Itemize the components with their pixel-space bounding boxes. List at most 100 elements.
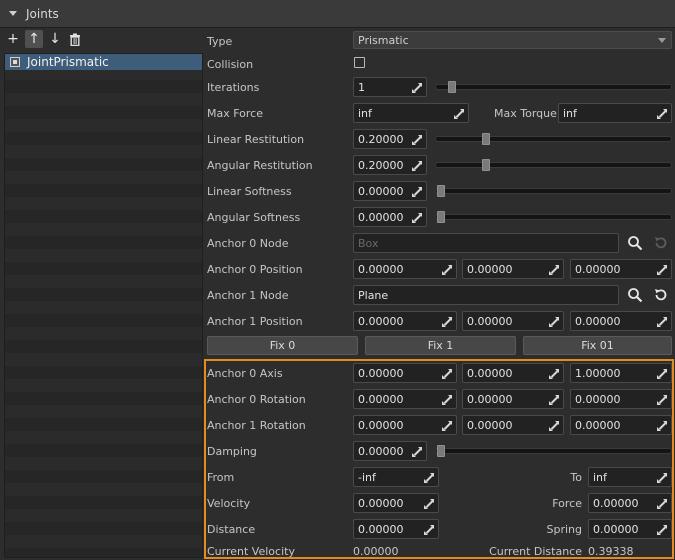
drag-resize-icon[interactable] (657, 395, 667, 405)
force-field[interactable]: 0.00000 (588, 493, 672, 513)
max-torque-field[interactable]: inf (558, 103, 672, 123)
drag-resize-icon[interactable] (442, 369, 452, 379)
slider-knob[interactable] (482, 133, 490, 145)
list-item[interactable]: JointPrismatic (5, 54, 202, 70)
collapse-arrow-icon[interactable] (9, 11, 17, 16)
drag-resize-icon[interactable] (442, 265, 452, 275)
from-field[interactable]: -inf (353, 467, 439, 487)
drag-resize-icon[interactable] (657, 109, 667, 119)
anchor0-rotation-z-field[interactable]: 0.00000 (570, 389, 672, 409)
drag-resize-icon[interactable] (412, 135, 422, 145)
add-joint-icon[interactable]: + (4, 30, 22, 48)
anchor0-axis-y-field[interactable]: 0.00000 (462, 363, 564, 383)
drag-resize-icon[interactable] (412, 161, 422, 171)
drag-resize-icon[interactable] (657, 369, 667, 379)
to-field[interactable]: inf (588, 467, 672, 487)
slider-knob[interactable] (437, 211, 445, 223)
linear-restitution-slider[interactable] (435, 133, 672, 145)
distance-field[interactable]: 0.00000 (353, 519, 439, 539)
drag-resize-icon[interactable] (549, 265, 559, 275)
anchor1-position-x-value: 0.00000 (358, 315, 404, 328)
damping-field[interactable]: 0.00000 (353, 441, 427, 461)
velocity-field[interactable]: 0.00000 (353, 493, 439, 513)
drag-resize-icon[interactable] (657, 265, 667, 275)
reset-icon[interactable] (653, 287, 669, 303)
iterations-field[interactable]: 1 (353, 77, 427, 97)
anchor0-rotation-y-field[interactable]: 0.00000 (462, 389, 564, 409)
spring-value: 0.00000 (593, 523, 639, 536)
collision-checkbox[interactable] (354, 57, 365, 68)
drag-resize-icon[interactable] (549, 395, 559, 405)
spring-field[interactable]: 0.00000 (588, 519, 672, 539)
current-distance-label: Current Distance (489, 545, 582, 558)
drag-resize-icon[interactable] (442, 395, 452, 405)
anchor1-rotation-x-field[interactable]: 0.00000 (353, 415, 457, 435)
drag-resize-icon[interactable] (454, 109, 464, 119)
fix1-button[interactable]: Fix 1 (365, 336, 516, 355)
anchor1-node-field[interactable]: Plane (353, 285, 619, 305)
anchor0-position-x-field[interactable]: 0.00000 (353, 259, 457, 279)
angular-softness-slider[interactable] (435, 211, 672, 223)
anchor1-position-x-field[interactable]: 0.00000 (353, 311, 457, 331)
search-icon[interactable] (627, 287, 643, 303)
anchor0-node-field[interactable]: Box (353, 233, 619, 253)
angular-restitution-label: Angular Restitution (207, 159, 313, 172)
drag-resize-icon[interactable] (657, 473, 667, 483)
joint-list[interactable]: JointPrismatic (4, 53, 203, 558)
type-select[interactable]: Prismatic (353, 31, 672, 49)
drag-resize-icon[interactable] (424, 473, 434, 483)
damping-slider[interactable] (435, 445, 672, 457)
drag-resize-icon[interactable] (412, 83, 422, 93)
anchor0-position-y-field[interactable]: 0.00000 (462, 259, 564, 279)
move-up-icon[interactable]: ↑ (25, 30, 43, 48)
anchor1-position-y-field[interactable]: 0.00000 (462, 311, 564, 331)
delete-icon[interactable] (66, 30, 84, 48)
anchor1-rotation-z-field[interactable]: 0.00000 (570, 415, 672, 435)
damping-value: 0.00000 (358, 445, 404, 458)
drag-resize-icon[interactable] (424, 525, 434, 535)
anchor0-axis-x-field[interactable]: 0.00000 (353, 363, 457, 383)
max-force-field[interactable]: inf (353, 103, 469, 123)
slider-knob[interactable] (437, 445, 445, 457)
anchor0-position-z-field[interactable]: 0.00000 (570, 259, 672, 279)
joint-enabled-checkbox[interactable] (10, 57, 20, 67)
drag-resize-icon[interactable] (412, 213, 422, 223)
drag-resize-icon[interactable] (549, 369, 559, 379)
drag-resize-icon[interactable] (657, 499, 667, 509)
anchor1-position-z-field[interactable]: 0.00000 (570, 311, 672, 331)
to-value: inf (593, 471, 607, 484)
drag-resize-icon[interactable] (657, 421, 667, 431)
anchor1-position-y-value: 0.00000 (467, 315, 513, 328)
drag-resize-icon[interactable] (424, 499, 434, 509)
drag-resize-icon[interactable] (657, 317, 667, 327)
joints-panel-header[interactable]: Joints (0, 0, 675, 28)
angular-restitution-field[interactable]: 0.20000 (353, 155, 427, 175)
fix01-button[interactable]: Fix 01 (523, 336, 672, 355)
drag-resize-icon[interactable] (442, 317, 452, 327)
slider-knob[interactable] (437, 185, 445, 197)
linear-restitution-field[interactable]: 0.20000 (353, 129, 427, 149)
drag-resize-icon[interactable] (412, 447, 422, 457)
max-torque-label: Max Torque (494, 107, 557, 120)
drag-resize-icon[interactable] (657, 525, 667, 535)
anchor1-rotation-y-field[interactable]: 0.00000 (462, 415, 564, 435)
fix0-button[interactable]: Fix 0 (207, 336, 358, 355)
drag-resize-icon[interactable] (549, 317, 559, 327)
linear-softness-label: Linear Softness (207, 185, 292, 198)
panel-title: Joints (26, 7, 59, 21)
slider-knob[interactable] (482, 159, 490, 171)
drag-resize-icon[interactable] (442, 421, 452, 431)
linear-softness-slider[interactable] (435, 185, 672, 197)
drag-resize-icon[interactable] (412, 187, 422, 197)
angular-softness-field[interactable]: 0.00000 (353, 207, 427, 227)
linear-softness-field[interactable]: 0.00000 (353, 181, 427, 201)
angular-restitution-slider[interactable] (435, 159, 672, 171)
anchor1-node-value: Plane (358, 289, 389, 302)
anchor0-rotation-x-field[interactable]: 0.00000 (353, 389, 457, 409)
search-icon[interactable] (627, 235, 643, 251)
slider-knob[interactable] (448, 81, 457, 93)
move-down-icon[interactable]: ↓ (46, 30, 64, 48)
iterations-slider[interactable] (435, 81, 672, 93)
drag-resize-icon[interactable] (549, 421, 559, 431)
anchor0-axis-z-field[interactable]: 1.00000 (570, 363, 672, 383)
